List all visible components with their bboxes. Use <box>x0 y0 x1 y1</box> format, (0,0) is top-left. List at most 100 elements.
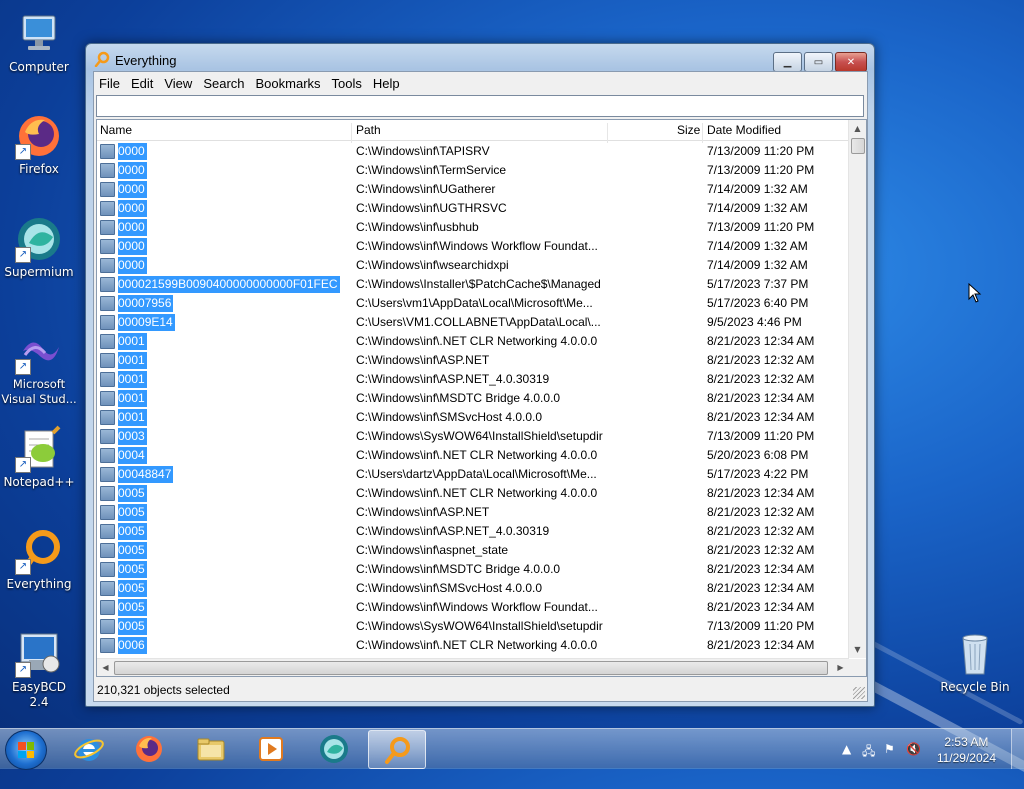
row-path: C:\Windows\inf\UGatherer <box>356 182 496 196</box>
table-row[interactable]: 00048847 C:\Users\dartz\AppData\Local\Mic… <box>97 465 849 484</box>
column-name-header[interactable]: Name <box>100 123 132 137</box>
desktop-icon-firefox[interactable]: ↗ Firefox <box>1 112 77 177</box>
row-path: C:\Users\dartz\AppData\Local\Microsoft\M… <box>356 467 597 481</box>
table-row[interactable]: 00007956 C:\Users\vm1\AppData\Local\Micro… <box>97 294 849 313</box>
table-row[interactable]: 0005 C:\Windows\inf\.NET CLR Networking 4… <box>97 484 849 503</box>
column-date-header[interactable]: Date Modified <box>707 123 781 137</box>
table-row[interactable]: 0000 C:\Windows\inf\TAPISRV 7/13/2009 11:2… <box>97 142 849 161</box>
volume-muted-icon[interactable]: 🔇 <box>906 742 921 756</box>
desktop-icon-easybcd[interactable]: ↗ EasyBCD 2.4 <box>1 630 77 710</box>
taskbar-everything[interactable] <box>368 730 426 769</box>
column-divider[interactable] <box>351 123 352 143</box>
table-row[interactable]: 0001 C:\Windows\inf\ASP.NET 8/21/2023 12:3… <box>97 351 849 370</box>
minimize-button[interactable]: ▁ <box>773 52 802 72</box>
taskbar-supermium[interactable] <box>306 730 362 767</box>
menu-bookmarks[interactable]: Bookmarks <box>251 76 326 91</box>
table-row[interactable]: 0005 C:\Windows\inf\ASP.NET_4.0.30319 8/21… <box>97 522 849 541</box>
row-name-cell: 00048847 <box>100 466 174 483</box>
row-date: 7/13/2009 11:20 PM <box>707 144 815 158</box>
table-row[interactable]: 0005 C:\Windows\inf\SMSvcHost 4.0.0.0 8/21… <box>97 579 849 598</box>
table-row[interactable]: 0000 C:\Windows\inf\TermService 7/13/2009 … <box>97 161 849 180</box>
action-center-flag-icon[interactable]: ⚑ <box>884 742 895 756</box>
folder-icon <box>100 372 115 387</box>
table-row[interactable]: 000021599B0090400000000000F01FEC C:\Windo… <box>97 275 849 294</box>
taskbar-media-player[interactable] <box>243 730 299 767</box>
show-hidden-icons-icon[interactable]: ▲ <box>842 742 851 756</box>
row-name: 0005 <box>118 523 147 540</box>
clock[interactable]: 2:53 AM 11/29/2024 <box>937 734 996 766</box>
taskbar-firefox[interactable] <box>121 730 177 767</box>
row-path: C:\Windows\inf\wsearchidxpi <box>356 258 509 272</box>
menu-search[interactable]: Search <box>198 76 249 91</box>
column-path-header[interactable]: Path <box>356 123 381 137</box>
firefox-icon <box>136 735 162 762</box>
desktop-icon-recycle-bin[interactable]: Recycle Bin <box>937 630 1013 695</box>
table-row[interactable]: 0005 C:\Windows\inf\Windows Workflow Foun… <box>97 598 849 617</box>
table-row[interactable]: 0000 C:\Windows\inf\usbhub 7/13/2009 11:20… <box>97 218 849 237</box>
taskbar-file-explorer[interactable] <box>183 730 239 767</box>
table-row[interactable]: 0000 C:\Windows\inf\wsearchidxpi 7/14/2009… <box>97 256 849 275</box>
menu-help[interactable]: Help <box>368 76 405 91</box>
row-date: 8/21/2023 12:34 AM <box>707 562 815 576</box>
column-size-header[interactable]: Size <box>677 123 700 137</box>
table-row[interactable]: 0005 C:\Windows\inf\aspnet_state 8/21/2023… <box>97 541 849 560</box>
table-row[interactable]: 0001 C:\Windows\inf\SMSvcHost 4.0.0.0 8/21… <box>97 408 849 427</box>
table-row[interactable]: 0005 C:\Windows\SysWOW64\InstallShield\se… <box>97 617 849 636</box>
table-row[interactable]: 0004 C:\Windows\inf\.NET CLR Networking 4… <box>97 446 849 465</box>
column-divider[interactable] <box>607 123 608 143</box>
horizontal-scroll-thumb[interactable] <box>114 661 828 675</box>
desktop-icon-notepadpp[interactable]: ↗ Notepad++ <box>1 425 77 490</box>
row-name-cell: 0001 <box>100 352 147 369</box>
row-name: 0005 <box>118 599 147 616</box>
table-row[interactable]: 0006 C:\Windows\inf\.NET CLR Networking 4… <box>97 636 849 655</box>
table-row[interactable]: 0000 C:\Windows\inf\Windows Workflow Foun… <box>97 237 849 256</box>
folder-icon <box>100 391 115 406</box>
desktop-icon-everything[interactable]: ↗ Everything <box>1 527 77 592</box>
results-list[interactable]: Name Path Size Date Modified 0000 C:\Wind… <box>96 119 867 677</box>
row-path: C:\Windows\Installer\$PatchCache$\Manage… <box>356 277 601 291</box>
scroll-up-icon[interactable]: ▲ <box>849 120 866 137</box>
row-name-cell: 0005 <box>100 561 147 578</box>
start-button[interactable] <box>5 730 47 770</box>
table-row[interactable]: 0001 C:\Windows\inf\.NET CLR Networking 4… <box>97 332 849 351</box>
row-name: 0000 <box>118 257 147 274</box>
scroll-right-icon[interactable]: ▶ <box>832 659 849 676</box>
vertical-scroll-thumb[interactable] <box>851 138 865 154</box>
resize-grip-icon[interactable] <box>853 687 865 699</box>
horizontal-scrollbar[interactable]: ◀ ▶ <box>97 658 849 676</box>
table-row[interactable]: 0003 C:\Windows\SysWOW64\InstallShield\se… <box>97 427 849 446</box>
network-icon[interactable]: 🖧 <box>862 742 875 763</box>
menu-tools[interactable]: Tools <box>327 76 367 91</box>
window-titlebar[interactable]: Everything ▁ ▭ ✕ <box>86 44 874 74</box>
table-row[interactable]: 00009E14 C:\Users\VM1.COLLABNET\AppData\L… <box>97 313 849 332</box>
row-path: C:\Windows\inf\Windows Workflow Foundat.… <box>356 239 598 253</box>
table-row[interactable]: 0005 C:\Windows\inf\ASP.NET 8/21/2023 12:3… <box>97 503 849 522</box>
folder-icon <box>100 486 115 501</box>
scroll-left-icon[interactable]: ◀ <box>97 659 114 676</box>
table-row[interactable]: 0001 C:\Windows\inf\ASP.NET_4.0.30319 8/21… <box>97 370 849 389</box>
desktop-icon-visual-studio[interactable]: ↗ Microsoft Visual Stud... <box>1 327 77 407</box>
table-row[interactable]: 0000 C:\Windows\inf\UGTHRSVC 7/14/2009 1:3… <box>97 199 849 218</box>
row-path: C:\Windows\inf\UGTHRSVC <box>356 201 507 215</box>
row-name: 0001 <box>118 371 147 388</box>
table-row[interactable]: 0001 C:\Windows\inf\MSDTC Bridge 4.0.0.0 8… <box>97 389 849 408</box>
row-path: C:\Windows\inf\.NET CLR Networking 4.0.0… <box>356 334 598 348</box>
menu-file[interactable]: File <box>94 76 125 91</box>
close-button[interactable]: ✕ <box>835 52 867 72</box>
taskbar-internet-explorer[interactable] <box>61 730 117 767</box>
column-divider[interactable] <box>702 123 703 143</box>
maximize-button[interactable]: ▭ <box>804 52 833 72</box>
show-desktop-button[interactable] <box>1011 729 1024 769</box>
table-row[interactable]: 0005 C:\Windows\inf\MSDTC Bridge 4.0.0.0 8… <box>97 560 849 579</box>
table-row[interactable]: 0000 C:\Windows\inf\UGatherer 7/14/2009 1:… <box>97 180 849 199</box>
vertical-scrollbar[interactable]: ▲ ▼ <box>848 120 866 658</box>
menu-edit[interactable]: Edit <box>126 76 158 91</box>
menu-view[interactable]: View <box>159 76 197 91</box>
folder-icon <box>100 543 115 558</box>
desktop-icon-computer[interactable]: Computer <box>1 10 77 75</box>
folder-icon <box>100 581 115 596</box>
search-input[interactable] <box>96 95 864 117</box>
scroll-down-icon[interactable]: ▼ <box>849 641 866 658</box>
everything-window[interactable]: Everything ▁ ▭ ✕ File Edit View Search B… <box>85 43 875 707</box>
desktop-icon-supermium[interactable]: ↗ Supermium <box>1 215 77 280</box>
